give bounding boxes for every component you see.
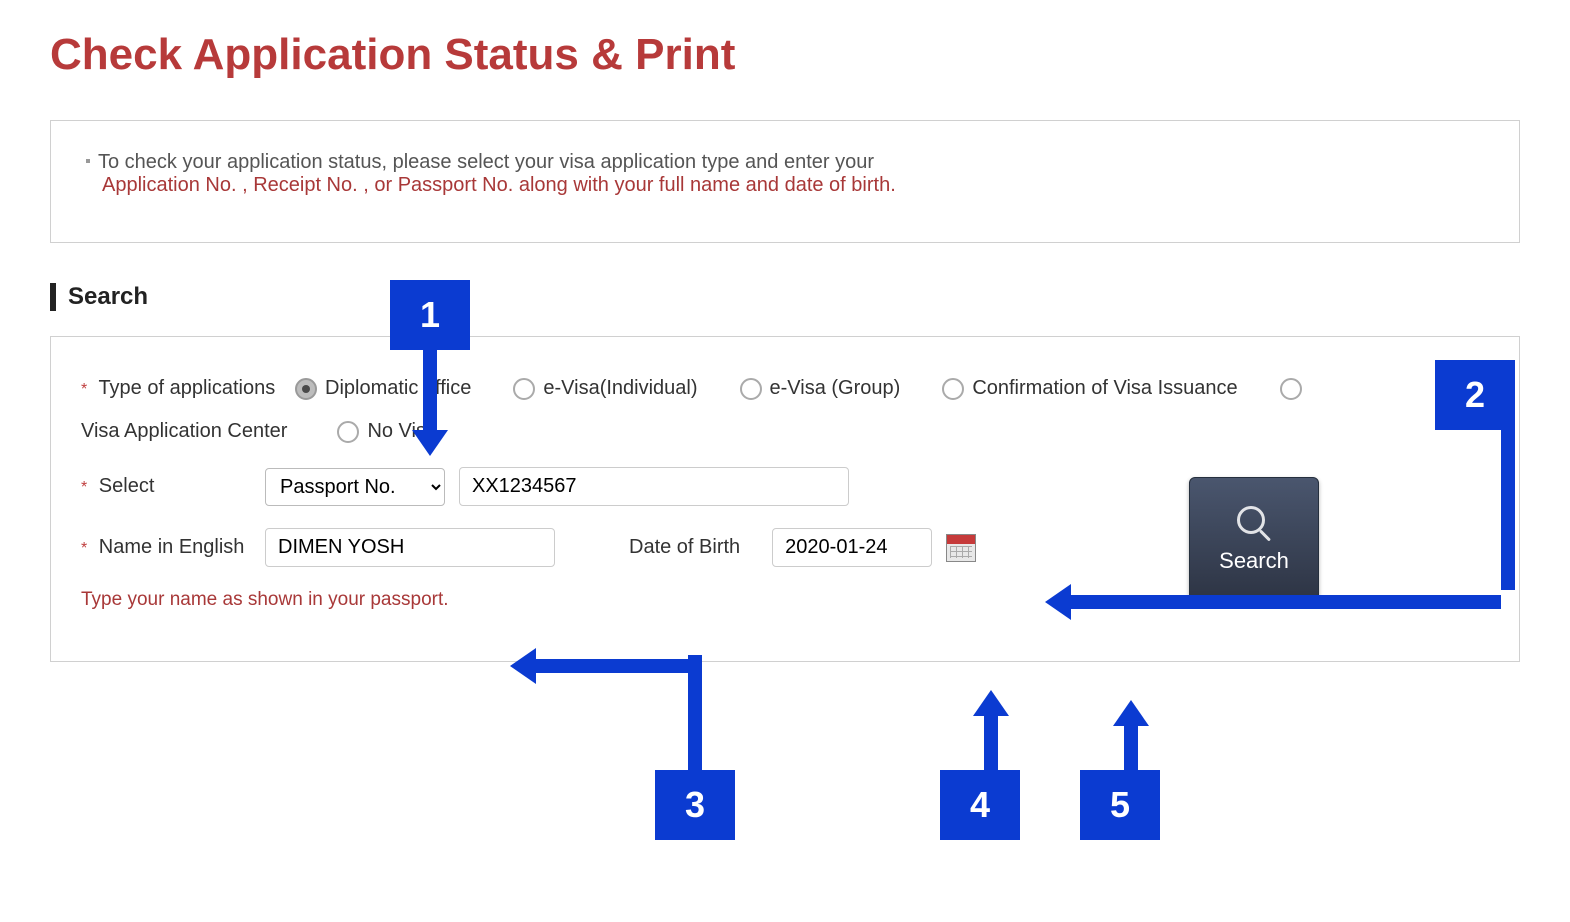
label-type-of-applications: Type of applications — [98, 377, 275, 399]
annotation-arrow — [984, 716, 998, 776]
radio-icon — [942, 378, 964, 400]
calendar-icon[interactable] — [946, 534, 976, 562]
annotation-arrow — [1124, 726, 1138, 776]
radio-icon — [740, 378, 762, 400]
input-name-english[interactable] — [265, 528, 555, 567]
required-asterisk-icon: * — [81, 479, 87, 496]
info-text-line1: To check your application status, please… — [98, 151, 874, 173]
label-select: Select — [99, 475, 155, 497]
arrow-up-icon — [1113, 700, 1149, 726]
info-text-line2: Application No. , Receipt No. , or Passp… — [102, 174, 896, 196]
radio-evisa-group[interactable]: e-Visa (Group) — [740, 377, 901, 400]
search-button[interactable]: Search — [1189, 477, 1319, 602]
radio-icon — [513, 378, 535, 400]
radio-label: Diplomatic office — [325, 377, 471, 400]
annotation-arrow — [688, 655, 702, 770]
annotation-flag-3: 3 — [655, 770, 735, 840]
search-form: * Type of applications Diplomatic office… — [50, 336, 1520, 662]
annotation-flag-5: 5 — [1080, 770, 1160, 840]
search-button-label: Search — [1219, 548, 1289, 574]
radio-label: No Visa — [367, 420, 437, 443]
radio-label: e-Visa(Individual) — [543, 377, 697, 400]
radio-icon — [337, 421, 359, 443]
select-id-type[interactable]: Passport No. — [265, 468, 445, 506]
required-asterisk-icon: * — [81, 540, 87, 557]
radio-confirmation-visa-issuance[interactable]: Confirmation of Visa Issuance — [942, 377, 1237, 400]
label-name-english: Name in English — [99, 536, 245, 558]
radio-evisa-individual[interactable]: e-Visa(Individual) — [513, 377, 697, 400]
bullet-icon — [86, 159, 90, 163]
input-id-number[interactable] — [459, 467, 849, 506]
radio-label: Confirmation of Visa Issuance — [972, 377, 1237, 400]
search-icon — [1237, 506, 1271, 540]
label-visa-application-center: Visa Application Center — [81, 420, 287, 442]
page-title: Check Application Status & Print — [50, 30, 1520, 80]
radio-diplomatic-office[interactable]: Diplomatic office — [295, 377, 471, 400]
radio-icon-trailing[interactable] — [1280, 378, 1302, 400]
radio-icon — [295, 378, 317, 400]
section-header-search: Search — [50, 283, 1520, 311]
annotation-flag-4: 4 — [940, 770, 1020, 840]
info-box: To check your application status, please… — [50, 120, 1520, 243]
input-date-of-birth[interactable] — [772, 528, 932, 567]
radio-no-visa[interactable]: No Visa — [337, 420, 437, 443]
arrow-up-icon — [973, 690, 1009, 716]
label-date-of-birth: Date of Birth — [629, 536, 740, 559]
radio-label: e-Visa (Group) — [770, 377, 901, 400]
required-asterisk-icon: * — [81, 381, 87, 398]
